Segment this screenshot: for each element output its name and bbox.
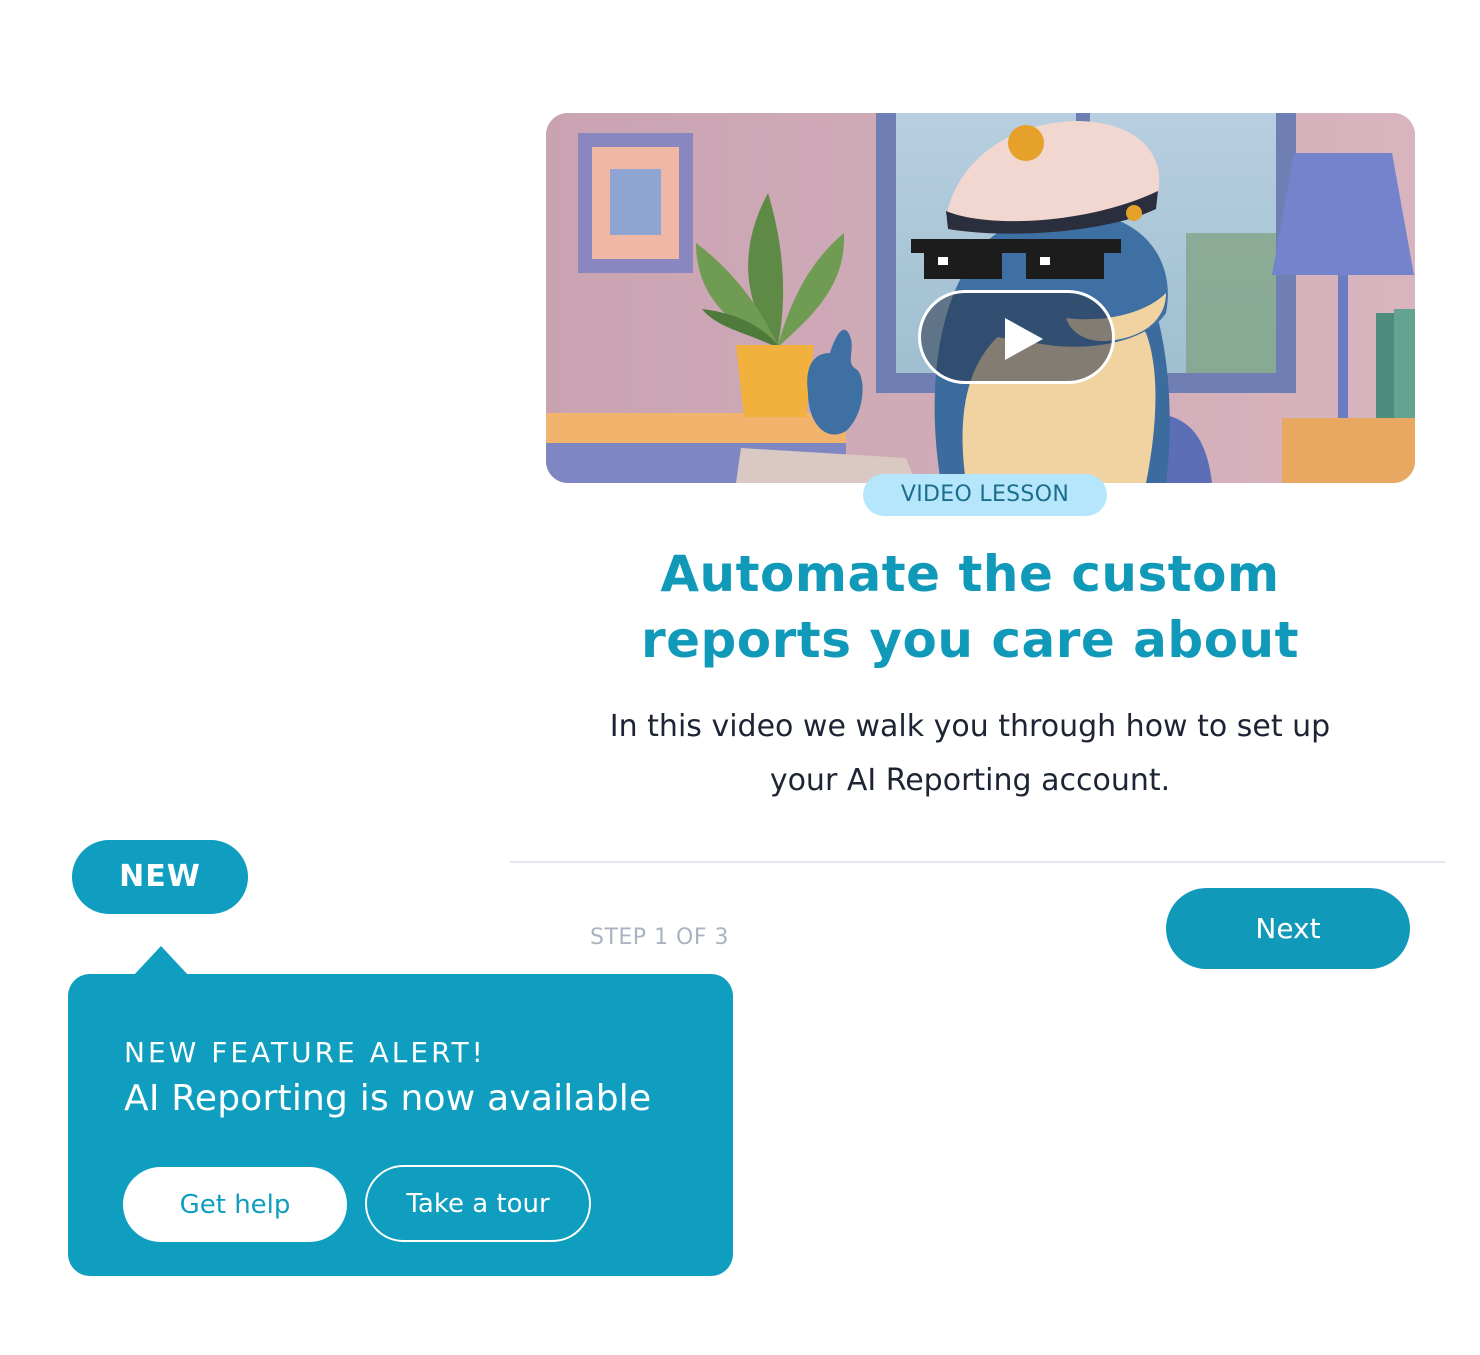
card-description: In this video we walk you through how to… — [609, 709, 1331, 798]
video-lesson-badge: VIDEO LESSON — [863, 474, 1107, 516]
get-help-button[interactable]: Get help — [123, 1167, 347, 1242]
take-a-tour-button[interactable]: Take a tour — [365, 1165, 591, 1242]
play-button[interactable] — [918, 290, 1115, 384]
step-indicator: STEP 1 OF 3 — [590, 925, 730, 950]
video-lesson-card: VIDEO LESSON Automate the custom reports… — [510, 85, 1445, 1010]
play-icon — [1005, 318, 1043, 360]
new-badge: NEW — [72, 840, 248, 914]
video-thumbnail[interactable] — [546, 113, 1415, 483]
card-divider — [510, 861, 1445, 863]
feature-alert-headline: AI Reporting is now available — [124, 1078, 652, 1119]
popover-arrow — [133, 946, 189, 976]
next-button[interactable]: Next — [1166, 888, 1410, 969]
feature-alert-eyebrow: NEW FEATURE ALERT! — [124, 1036, 486, 1069]
card-title: Automate the custom reports you care abo… — [640, 545, 1300, 669]
feature-alert-popover: NEW FEATURE ALERT! AI Reporting is now a… — [68, 974, 733, 1276]
